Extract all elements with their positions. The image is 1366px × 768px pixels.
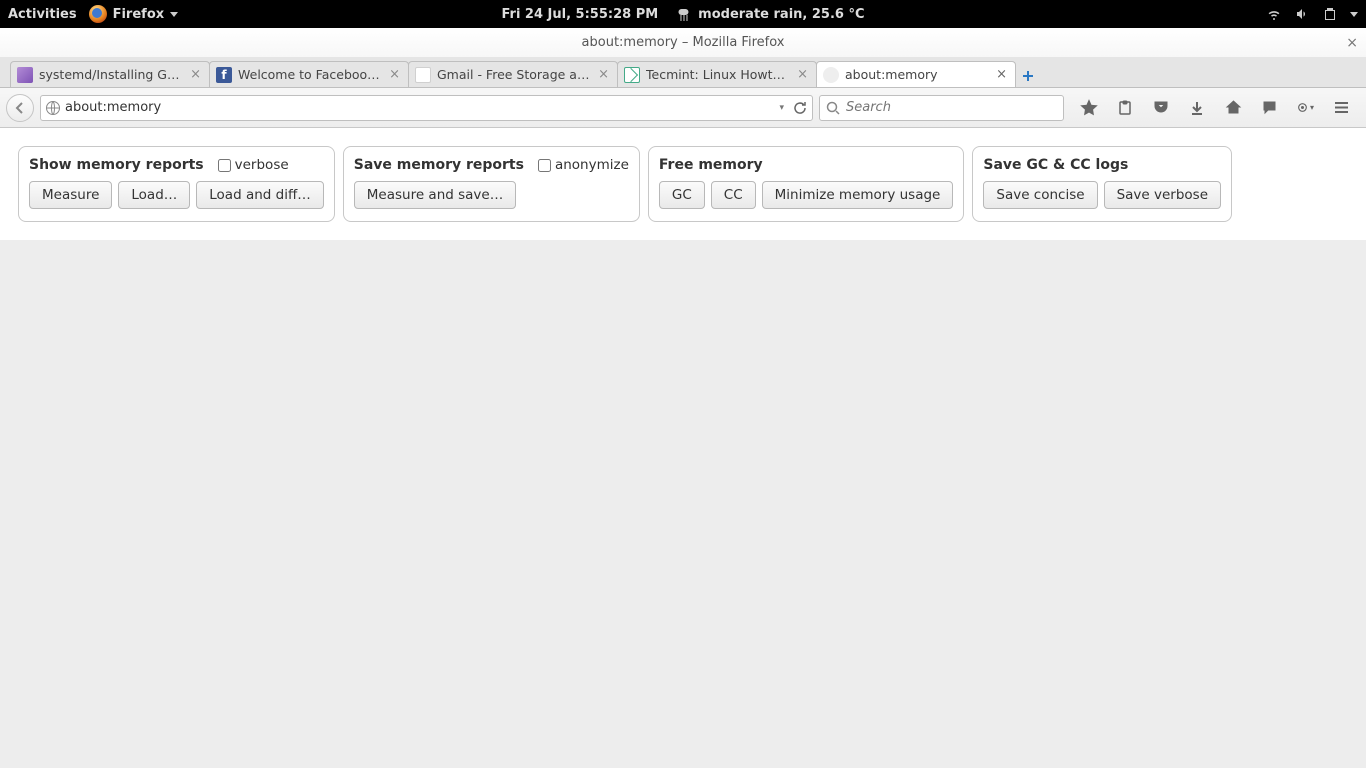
tab-close-button[interactable]: × <box>797 67 808 82</box>
tab-close-button[interactable]: × <box>598 67 609 82</box>
tab-label: about:memory <box>845 67 990 82</box>
wifi-icon[interactable] <box>1266 6 1282 22</box>
app-menu-button[interactable]: Firefox <box>89 5 179 23</box>
tab-label: Gmail - Free Storage and… <box>437 67 592 82</box>
tab-label: Welcome to Faceboo… <box>238 67 383 82</box>
minimize-memory-button[interactable]: Minimize memory usage <box>762 181 954 209</box>
search-bar[interactable] <box>819 95 1064 121</box>
facebook-favicon-icon <box>216 67 232 83</box>
window-title: about:memory – Mozilla Firefox <box>582 35 785 50</box>
tab-close-button[interactable]: × <box>190 67 201 82</box>
gmail-favicon-icon <box>415 67 431 83</box>
nav-toolbar: ▾ ▾ <box>0 88 1366 128</box>
free-memory-panel: Free memory GC CC Minimize memory usage <box>648 146 964 222</box>
cc-button[interactable]: CC <box>711 181 756 209</box>
addon-icon[interactable]: ▾ <box>1296 99 1314 117</box>
save-gc-cc-logs-panel: Save GC & CC logs Save concise Save verb… <box>972 146 1232 222</box>
bookmark-star-icon[interactable] <box>1080 99 1098 117</box>
tab-systemd[interactable]: systemd/Installing G… × <box>10 61 210 87</box>
load-button[interactable]: Load… <box>118 181 190 209</box>
chevron-down-icon <box>170 12 178 17</box>
toolbar-icons: ▾ <box>1070 99 1360 117</box>
systemd-favicon-icon <box>17 67 33 83</box>
tab-close-button[interactable]: × <box>389 67 400 82</box>
pocket-icon[interactable] <box>1152 99 1170 117</box>
measure-and-save-button[interactable]: Measure and save… <box>354 181 516 209</box>
search-icon <box>826 101 840 115</box>
show-memory-reports-panel: Show memory reports verbose Measure Load… <box>18 146 335 222</box>
save-verbose-button[interactable]: Save verbose <box>1104 181 1221 209</box>
app-menu-label: Firefox <box>113 7 165 22</box>
tecmint-favicon-icon <box>624 67 640 83</box>
panel-title: Save GC & CC logs <box>983 157 1128 173</box>
volume-icon[interactable] <box>1294 6 1310 22</box>
search-input[interactable] <box>846 100 1057 115</box>
url-bar[interactable]: ▾ <box>40 95 813 121</box>
urlbar-dropdown-icon[interactable]: ▾ <box>775 103 788 113</box>
window-titlebar: about:memory – Mozilla Firefox × <box>0 28 1366 58</box>
firefox-icon <box>89 5 107 23</box>
blank-favicon-icon <box>823 67 839 83</box>
battery-icon[interactable] <box>1322 6 1338 22</box>
anonymize-checkbox[interactable] <box>538 159 551 172</box>
anonymize-checkbox-label[interactable]: anonymize <box>538 157 629 173</box>
tab-facebook[interactable]: Welcome to Faceboo… × <box>209 61 409 87</box>
downloads-icon[interactable] <box>1188 99 1206 117</box>
panel-title: Show memory reports <box>29 157 204 173</box>
tab-about-memory[interactable]: about:memory × <box>816 61 1016 87</box>
reload-button[interactable] <box>792 100 808 116</box>
menu-icon[interactable] <box>1332 99 1350 117</box>
weather-text: moderate rain, 25.6 °C <box>698 7 864 22</box>
measure-button[interactable]: Measure <box>29 181 112 209</box>
panel-title: Save memory reports <box>354 157 524 173</box>
tab-gmail[interactable]: Gmail - Free Storage and… × <box>408 61 618 87</box>
activities-button[interactable]: Activities <box>8 7 77 22</box>
load-and-diff-button[interactable]: Load and diff… <box>196 181 324 209</box>
tab-label: systemd/Installing G… <box>39 67 184 82</box>
window-close-button[interactable]: × <box>1346 35 1358 51</box>
checkbox-text: anonymize <box>555 157 629 173</box>
chat-icon[interactable] <box>1260 99 1278 117</box>
weather-indicator[interactable]: moderate rain, 25.6 °C <box>676 6 864 22</box>
clipboard-icon[interactable] <box>1116 99 1134 117</box>
tab-close-button[interactable]: × <box>996 67 1007 82</box>
save-memory-reports-panel: Save memory reports anonymize Measure an… <box>343 146 640 222</box>
panel-title: Free memory <box>659 157 763 173</box>
globe-icon <box>45 100 61 116</box>
rain-icon <box>676 6 692 22</box>
home-icon[interactable] <box>1224 99 1242 117</box>
checkbox-text: verbose <box>235 157 289 173</box>
verbose-checkbox[interactable] <box>218 159 231 172</box>
verbose-checkbox-label[interactable]: verbose <box>218 157 289 173</box>
clock[interactable]: Fri 24 Jul, 5:55:28 PM <box>501 7 658 22</box>
url-input[interactable] <box>65 100 771 115</box>
tab-label: Tecmint: Linux Howt… <box>646 67 791 82</box>
system-menu-icon[interactable] <box>1350 12 1358 17</box>
gc-button[interactable]: GC <box>659 181 705 209</box>
save-concise-button[interactable]: Save concise <box>983 181 1097 209</box>
tab-tecmint[interactable]: Tecmint: Linux Howt… × <box>617 61 817 87</box>
back-button[interactable] <box>6 94 34 122</box>
about-memory-page: Show memory reports verbose Measure Load… <box>0 128 1366 240</box>
firefox-window: about:memory – Mozilla Firefox × systemd… <box>0 28 1366 240</box>
new-tab-button[interactable] <box>1015 65 1041 87</box>
gnome-top-panel: Activities Firefox Fri 24 Jul, 5:55:28 P… <box>0 0 1366 28</box>
tab-strip: systemd/Installing G… × Welcome to Faceb… <box>0 58 1366 88</box>
